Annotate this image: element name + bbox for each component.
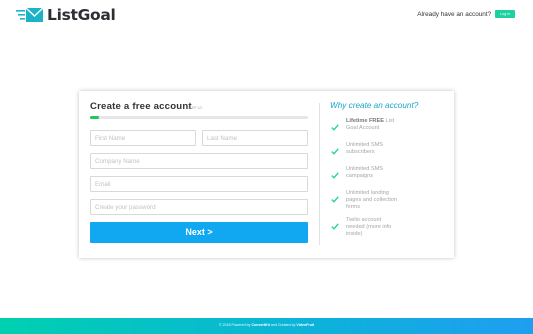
password-field[interactable]	[90, 199, 308, 215]
benefit-item: Twilio account needed (more info inside)	[331, 217, 401, 238]
benefits-title: Why create an account?	[330, 101, 419, 110]
benefit-text: Unlimited SMS subscribers	[346, 142, 383, 155]
header: ListGoal Already have an account? Log in	[0, 0, 533, 36]
benefit-item: Lifetime FREE List Goal Account	[331, 118, 401, 136]
email-field[interactable]	[90, 176, 308, 192]
benefit-text: Lifetime FREE List Goal Account	[346, 118, 401, 132]
footer-middle: and Created by	[269, 323, 297, 327]
last-name-field[interactable]	[202, 130, 308, 146]
benefit-text: Twilio account needed (more info inside)	[346, 217, 392, 237]
benefit-text: Unlimited landing pages and collection f…	[346, 190, 398, 210]
first-name-field[interactable]	[90, 130, 196, 146]
divider	[319, 103, 320, 245]
benefits-list: Lifetime FREE List Goal Account Unlimite…	[331, 118, 401, 244]
benefit-item: Unlimited SMS subscribers	[331, 142, 401, 160]
footer: © 2018 Powered by ConvertKit and Created…	[0, 318, 533, 334]
benefit-bold: Lifetime FREE	[346, 118, 384, 124]
company-name-field[interactable]	[90, 153, 308, 169]
logo[interactable]: ListGoal	[16, 6, 116, 24]
check-icon	[331, 217, 339, 235]
envelope-speed-icon	[16, 6, 44, 24]
step-indicator: STEP 1/2	[187, 106, 203, 110]
progress-fill	[90, 116, 99, 119]
signup-card: Create a free account STEP 1/2 Next > Wh…	[79, 91, 454, 258]
benefit-text: Unlimited SMS campaigns	[346, 166, 383, 179]
account-area: Already have an account? Log in	[417, 10, 515, 18]
login-button[interactable]: Log in	[495, 10, 515, 18]
created-by-link[interactable]: VideoFruit	[296, 323, 314, 327]
account-prompt: Already have an account?	[417, 10, 492, 18]
powered-by-link[interactable]: ConvertKit	[251, 323, 269, 327]
check-icon	[331, 118, 339, 136]
brand-name: ListGoal	[47, 6, 116, 24]
progress-bar	[90, 116, 308, 119]
check-icon	[331, 190, 339, 208]
benefit-item: Unlimited landing pages and collection f…	[331, 190, 401, 211]
benefit-item: Unlimited SMS campaigns	[331, 166, 401, 184]
check-icon	[331, 166, 339, 184]
form-title: Create a free account	[90, 101, 192, 112]
check-icon	[331, 142, 339, 160]
footer-prefix: © 2018 Powered by	[218, 323, 252, 327]
footer-credits: © 2018 Powered by ConvertKit and Created…	[0, 323, 533, 327]
next-button[interactable]: Next >	[90, 222, 308, 243]
